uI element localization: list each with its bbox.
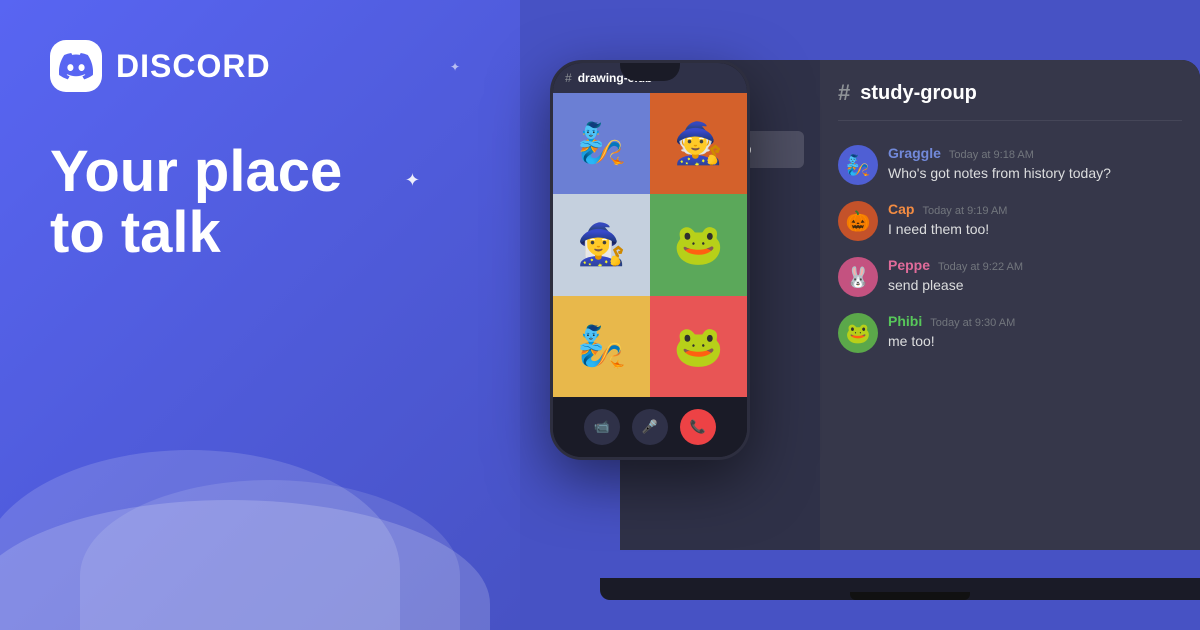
end-call-button[interactable]: 📞 [680,409,716,445]
participant-avatar-3: 🧙‍♀️ [569,212,634,277]
chat-header-hash-icon: # [838,80,850,106]
message-header-graggle: Graggle Today at 9:18 AM [888,145,1182,161]
tagline-line1: Your place [50,142,470,203]
video-cell-5: 🧞 [553,296,650,397]
phone-mockup: # drawing-club 🧞 🧙 🧙‍♀️ 🐸 🧞 [550,60,750,460]
video-cell-3: 🧙‍♀️ [553,194,650,295]
video-cell-6: 🐸 [650,296,747,397]
chat-header: # study-group [838,80,1182,121]
tagline-line2: to talk [50,203,470,264]
message-text-graggle: Who's got notes from history today? [888,164,1182,184]
message-text-cap: I need them too! [888,220,1182,240]
left-panel: ✦ ✦ DISCORD Your place to talk [0,0,520,630]
message-content-peppe: Peppe Today at 9:22 AM send please [888,257,1182,297]
avatar-peppe: 🐰 [838,257,878,297]
phone-screen: # drawing-club 🧞 🧙 🧙‍♀️ 🐸 🧞 [553,63,747,457]
message-text-phibi: me too! [888,332,1182,352]
message-content-cap: Cap Today at 9:19 AM I need them too! [888,201,1182,241]
message-header-phibi: Phibi Today at 9:30 AM [888,313,1182,329]
mute-button[interactable]: 🎤 [632,409,668,445]
participant-avatar-1: 🧞 [569,111,634,176]
message-text-peppe: send please [888,276,1182,296]
phone-icon: 📞 [690,419,706,435]
chat-panel: # study-group 🧞 Graggle Today at 9:18 AM… [820,60,1200,550]
mic-icon: 🎤 [642,419,658,435]
video-grid: 🧞 🧙 🧙‍♀️ 🐸 🧞 🐸 [553,93,747,397]
phone-channel-hash: # [565,71,572,85]
sparkle-small-icon: ✦ [450,60,460,74]
participant-avatar-5: 🧞 [569,314,634,379]
video-cell-2: 🧙 [650,93,747,194]
message-graggle: 🧞 Graggle Today at 9:18 AM Who's got not… [838,145,1182,185]
message-header-peppe: Peppe Today at 9:22 AM [888,257,1182,273]
right-panel: # drawing-club 🧞 🧙 🧙‍♀️ 🐸 🧞 [520,0,1200,630]
message-peppe: 🐰 Peppe Today at 9:22 AM send please [838,257,1182,297]
message-header-cap: Cap Today at 9:19 AM [888,201,1182,217]
phone-channel-name: drawing-club [578,71,653,85]
participant-avatar-4: 🐸 [666,212,731,277]
author-name-cap: Cap [888,201,914,217]
video-icon: 📹 [594,419,610,435]
avatar-graggle: 🧞 [838,145,878,185]
avatar-cap: 🎃 [838,201,878,241]
avatar-phibi: 🐸 [838,313,878,353]
message-phibi: 🐸 Phibi Today at 9:30 AM me too! [838,313,1182,353]
phone-top-bar: # drawing-club [553,63,747,93]
video-cell-1: 🧞 [553,93,650,194]
message-content-phibi: Phibi Today at 9:30 AM me too! [888,313,1182,353]
laptop-base [600,578,1200,600]
chat-header-channel-name: study-group [860,82,977,105]
message-content-graggle: Graggle Today at 9:18 AM Who's got notes… [888,145,1182,185]
message-time-graggle: Today at 9:18 AM [949,149,1034,161]
logo-area: DISCORD [50,40,470,92]
author-name-peppe: Peppe [888,257,930,273]
author-name-phibi: Phibi [888,313,922,329]
participant-avatar-6: 🐸 [666,314,731,379]
message-time-peppe: Today at 9:22 AM [938,261,1023,273]
message-time-cap: Today at 9:19 AM [922,205,1007,217]
message-time-phibi: Today at 9:30 AM [930,317,1015,329]
phone-controls: 📹 🎤 📞 [553,397,747,457]
video-button[interactable]: 📹 [584,409,620,445]
participant-avatar-2: 🧙 [666,111,731,176]
tagline: Your place to talk [50,142,470,264]
video-cell-4: 🐸 [650,194,747,295]
discord-logo-icon [50,40,102,92]
message-cap: 🎃 Cap Today at 9:19 AM I need them too! [838,201,1182,241]
logo-text: DISCORD [116,48,271,85]
author-name-graggle: Graggle [888,145,941,161]
